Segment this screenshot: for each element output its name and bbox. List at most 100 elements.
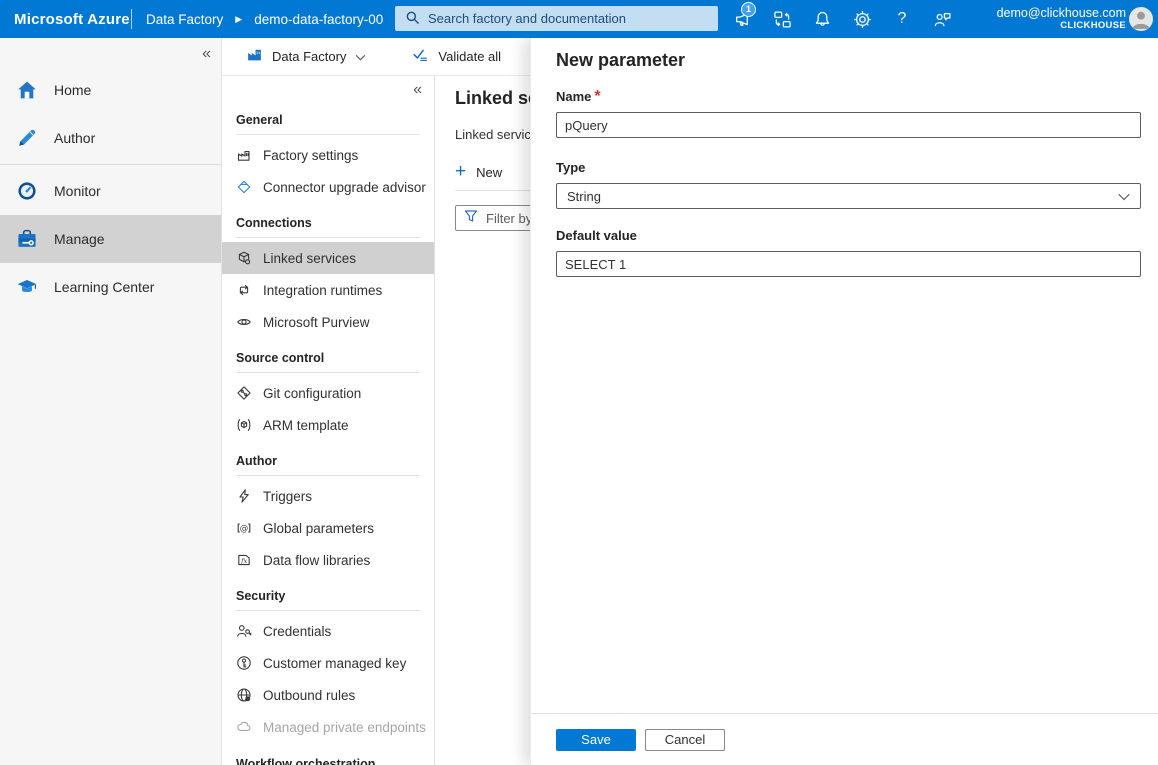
section-header-connections: Connections — [236, 216, 420, 238]
sidebar-item-author[interactable]: Author — [0, 114, 221, 162]
sidebar-item-label: Learning Center — [54, 279, 154, 295]
notification-badge: 1 — [741, 2, 756, 17]
nav-item-label: Global parameters — [263, 521, 374, 536]
arm-template-icon — [236, 417, 252, 433]
type-select[interactable]: String — [556, 183, 1141, 209]
git-icon — [236, 385, 252, 401]
sidebar-item-outbound-rules[interactable]: Outbound rules — [222, 679, 434, 711]
top-bar: Microsoft Azure Data Factory ▶ demo-data… — [0, 0, 1158, 38]
factory-menu-button[interactable]: Data Factory — [246, 46, 366, 68]
name-label: Name — [556, 89, 591, 104]
cancel-button[interactable]: Cancel — [645, 729, 725, 751]
purview-eye-icon — [236, 314, 252, 330]
data-factory-icon — [246, 46, 263, 68]
breadcrumb: Data Factory ▶ demo-data-factory-00 — [146, 0, 383, 38]
sidebar-item-label: Monitor — [54, 183, 101, 199]
account-info[interactable]: demo@clickhouse.com CLICKHOUSE — [997, 0, 1126, 38]
cloud-icon — [236, 719, 252, 735]
account-tenant: CLICKHOUSE — [1060, 21, 1126, 32]
sidebar-item-microsoft-purview[interactable]: Microsoft Purview — [222, 306, 434, 338]
azure-brand[interactable]: Microsoft Azure — [14, 0, 130, 38]
leftnav-divider — [0, 164, 221, 165]
collapse-sidenav-icon[interactable]: « — [413, 80, 422, 100]
credentials-icon — [236, 623, 252, 639]
default-value-field-group: Default value — [556, 227, 1140, 277]
default-value-label: Default value — [556, 228, 637, 243]
sidebar-item-home[interactable]: Home — [0, 66, 221, 114]
sidebar-item-linked-services[interactable]: Linked services — [222, 242, 434, 274]
integration-runtimes-icon — [236, 282, 252, 298]
globe-icon — [236, 687, 252, 703]
home-icon — [16, 79, 38, 101]
sidebar-item-integration-runtimes[interactable]: Integration runtimes — [222, 274, 434, 306]
managed-key-icon — [236, 655, 252, 671]
feedback-button[interactable] — [922, 0, 962, 38]
default-value-input[interactable] — [556, 251, 1141, 277]
sidebar-item-triggers[interactable]: Triggers — [222, 480, 434, 512]
sidebar-item-credentials[interactable]: Credentials — [222, 615, 434, 647]
settings-gear-button[interactable] — [842, 0, 882, 38]
topbar-icon-group: 1 ? — [722, 0, 962, 38]
breadcrumb-app[interactable]: Data Factory — [146, 12, 223, 27]
global-parameters-icon: @ — [236, 520, 252, 536]
sidebar-item-label: Author — [54, 130, 95, 146]
global-search[interactable]: Search factory and documentation — [395, 6, 718, 31]
sidebar-item-label: Manage — [54, 231, 105, 247]
sidebar-item-customer-managed-key[interactable]: Customer managed key — [222, 647, 434, 679]
sidebar-item-git-configuration[interactable]: Git configuration — [222, 377, 434, 409]
new-linked-service-button[interactable]: + New — [455, 164, 525, 180]
nav-item-label: Factory settings — [263, 148, 358, 163]
lightning-icon — [236, 488, 252, 504]
sidebar-item-factory-settings[interactable]: Factory settings — [222, 139, 434, 171]
announcements-button[interactable]: 1 — [722, 0, 762, 38]
validate-all-label: Validate all — [438, 49, 501, 64]
svg-text:fx: fx — [240, 557, 247, 565]
nav-item-label: Credentials — [263, 624, 331, 639]
azure-data-factory-app: Microsoft Azure Data Factory ▶ demo-data… — [0, 0, 1158, 765]
help-button[interactable]: ? — [882, 0, 922, 38]
nav-item-label: Triggers — [263, 489, 312, 504]
type-field-group: Type String — [556, 159, 1140, 209]
nav-item-label: Linked services — [263, 251, 356, 266]
sidebar-item-label: Home — [54, 82, 91, 98]
sidebar-item-monitor[interactable]: Monitor — [0, 167, 221, 215]
help-icon: ? — [898, 10, 907, 28]
factory-settings-icon — [236, 147, 252, 163]
sidebar-item-global-parameters[interactable]: @ Global parameters — [222, 512, 434, 544]
sidebar-item-manage[interactable]: Manage — [0, 215, 221, 263]
required-marker: * — [594, 88, 600, 105]
section-header-security: Security — [236, 589, 420, 611]
chevron-down-icon — [355, 48, 366, 66]
breadcrumb-arrow-icon: ▶ — [235, 15, 242, 24]
sidebar-item-managed-private-endpoints[interactable]: Managed private endpoints — [222, 711, 434, 743]
account-email: demo@clickhouse.com — [997, 6, 1126, 20]
sidebar-item-learning-center[interactable]: Learning Center — [0, 263, 221, 311]
panel-footer: Save Cancel — [531, 713, 1158, 765]
filter-funnel-icon — [464, 209, 478, 228]
nav-item-label: Connector upgrade advisor — [263, 180, 426, 195]
nav-item-label: Integration runtimes — [263, 283, 382, 298]
nav-item-label: ARM template — [263, 418, 349, 433]
sidebar-item-connector-upgrade-advisor[interactable]: Connector upgrade advisor — [222, 171, 434, 203]
select-chevron-down-icon — [1118, 189, 1130, 204]
name-field-group: Name* — [556, 88, 1140, 138]
sidebar-item-data-flow-libraries[interactable]: fx Data flow libraries — [222, 544, 434, 576]
section-header-workflow-orchestration: Workflow orchestration manager — [236, 756, 406, 765]
diamond-advisor-icon — [236, 179, 252, 195]
switch-context-button[interactable] — [762, 0, 802, 38]
sidebar-item-arm-template[interactable]: ARM template — [222, 409, 434, 441]
collapse-leftnav-icon[interactable]: « — [202, 44, 211, 66]
nav-item-label: Microsoft Purview — [263, 315, 370, 330]
nav-item-label: Managed private endpoints — [263, 720, 426, 735]
avatar[interactable] — [1129, 7, 1153, 31]
gauge-icon — [16, 180, 38, 202]
notifications-bell-button[interactable] — [802, 0, 842, 38]
breadcrumb-factory[interactable]: demo-data-factory-00 — [254, 12, 383, 27]
left-navigation: « Home Author Monitor Manage — [0, 38, 222, 765]
name-input[interactable] — [556, 112, 1141, 138]
validate-all-button[interactable]: Validate all — [412, 46, 501, 68]
plus-icon: + — [455, 164, 466, 180]
nav-item-label: Outbound rules — [263, 688, 355, 703]
save-button[interactable]: Save — [556, 729, 636, 751]
type-label: Type — [556, 160, 585, 175]
